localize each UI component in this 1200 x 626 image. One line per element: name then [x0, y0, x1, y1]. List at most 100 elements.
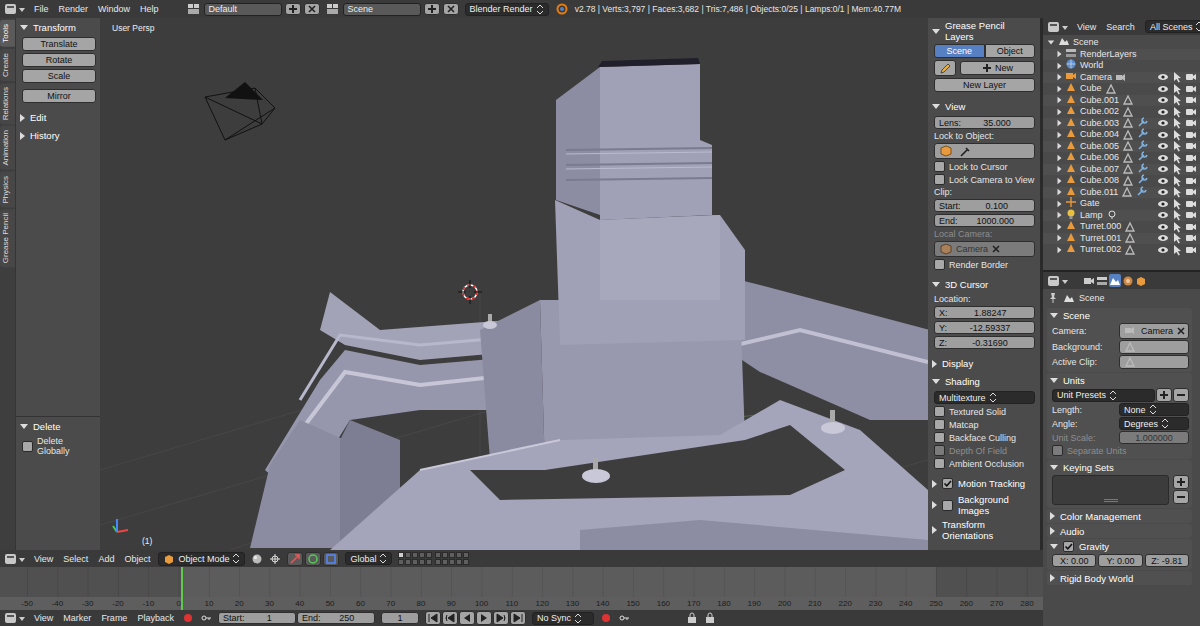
panel-title[interactable]: Motion Tracking: [958, 478, 1025, 489]
tool-tab[interactable]: Create: [0, 49, 15, 81]
field-value[interactable]: 1.88247: [951, 308, 1030, 318]
vector-field[interactable]: Z: -9.81: [1145, 554, 1189, 567]
tab[interactable]: Object: [985, 44, 1036, 58]
field-value[interactable]: Y: 0.00: [1103, 556, 1137, 566]
scene-field[interactable]: Scene: [343, 3, 421, 16]
expand-arrow[interactable]: [1058, 74, 1062, 80]
menu-item[interactable]: Window: [96, 4, 132, 14]
eye-icon[interactable]: [1157, 209, 1169, 221]
expand-arrow[interactable]: [1058, 109, 1062, 115]
field-value[interactable]: Camera: [1141, 326, 1173, 336]
layer-button[interactable]: [405, 552, 411, 558]
scene-add-button[interactable]: [424, 3, 440, 15]
tool-button[interactable]: Scale: [22, 69, 96, 83]
outliner-item[interactable]: Cube.003: [1043, 118, 1200, 130]
number-field[interactable]: X:1.88247: [934, 306, 1035, 319]
remove-button[interactable]: [1173, 490, 1189, 504]
expand-arrow[interactable]: [1050, 465, 1058, 470]
pointer-icon[interactable]: [1171, 129, 1183, 141]
expand-arrow[interactable]: [1058, 166, 1062, 172]
field-value[interactable]: -12.59337: [950, 323, 1030, 333]
pointer-icon[interactable]: [1171, 163, 1183, 175]
prevk-button[interactable]: [442, 611, 458, 625]
checkbox[interactable]: [934, 432, 945, 443]
expand-arrow[interactable]: [1048, 41, 1054, 45]
expand-arrow[interactable]: [1058, 143, 1062, 149]
context-tab[interactable]: [1109, 274, 1121, 287]
field-value[interactable]: 1: [247, 613, 290, 623]
expand-arrow[interactable]: [932, 501, 937, 509]
pointer-icon[interactable]: [1171, 117, 1183, 129]
tool-button[interactable]: Rotate: [22, 53, 96, 67]
record-icon[interactable]: [182, 612, 194, 624]
item-name[interactable]: RenderLayers: [1080, 49, 1137, 61]
eye-icon[interactable]: [1157, 129, 1169, 141]
outliner-item[interactable]: Cube.008: [1043, 175, 1200, 187]
draw-button[interactable]: [934, 60, 956, 76]
layer-button[interactable]: [456, 552, 462, 558]
tool-button[interactable]: Mirror: [22, 89, 96, 103]
editor-type-icon[interactable]: [4, 611, 26, 625]
menu-item[interactable]: View: [32, 554, 55, 564]
tab[interactable]: Scene: [934, 44, 985, 58]
first-button[interactable]: [425, 611, 441, 625]
number-field[interactable]: End:1000.000: [934, 214, 1035, 227]
dropdown[interactable]: Degrees: [1119, 417, 1189, 430]
checkbox[interactable]: [1052, 445, 1063, 456]
context-tab[interactable]: [1135, 274, 1147, 287]
orientation-value[interactable]: Global: [350, 554, 376, 564]
eye-icon[interactable]: [1157, 106, 1169, 118]
context-tab[interactable]: [1083, 274, 1095, 287]
panel-checkbox[interactable]: [1063, 541, 1074, 552]
wrench-icon[interactable]: [1137, 150, 1149, 162]
pointer-icon[interactable]: [1171, 198, 1183, 210]
timeline-body[interactable]: [0, 567, 1043, 597]
pointer-icon[interactable]: [1171, 94, 1183, 106]
expand-arrow[interactable]: [1058, 178, 1062, 184]
render-icon[interactable]: [1185, 209, 1197, 221]
object-data-icon[interactable]: [1122, 94, 1134, 106]
panel-header[interactable]: Scene: [1050, 308, 1189, 322]
dropdown[interactable]: None: [1119, 403, 1189, 416]
layer-button[interactable]: [463, 552, 469, 558]
expand-arrow[interactable]: [1050, 313, 1058, 318]
number-field[interactable]: Y:-12.59337: [934, 321, 1035, 334]
expand-arrow[interactable]: [1050, 574, 1055, 582]
keying-set-list[interactable]: [1052, 475, 1169, 505]
layer-button[interactable]: [398, 559, 404, 565]
expand-arrow[interactable]: [932, 480, 937, 488]
object-field[interactable]: [934, 143, 1035, 159]
menu-item[interactable]: Marker: [61, 613, 93, 623]
eye-icon[interactable]: [1157, 152, 1169, 164]
field-value[interactable]: Z: -9.81: [1150, 556, 1184, 566]
object-data-icon[interactable]: [1124, 221, 1136, 233]
eyedropper-icon[interactable]: [959, 145, 971, 157]
eye-icon[interactable]: [1157, 94, 1169, 106]
new-button[interactable]: New: [960, 61, 1035, 75]
render-icon[interactable]: [1185, 71, 1197, 83]
expand-arrow[interactable]: [1058, 224, 1062, 230]
layer-button[interactable]: [435, 559, 441, 565]
wrench-icon[interactable]: [1137, 116, 1149, 128]
panel-title[interactable]: Shading: [945, 376, 980, 387]
eye-icon[interactable]: [1157, 117, 1169, 129]
render-icon[interactable]: [1185, 117, 1197, 129]
panel-title[interactable]: Keying Sets: [1063, 462, 1114, 473]
item-name[interactable]: Cube.008: [1080, 175, 1119, 187]
layout-close-button[interactable]: [304, 3, 320, 15]
dropdown-value[interactable]: All Scenes: [1150, 22, 1193, 32]
end-frame-field[interactable]: End:250: [297, 612, 375, 624]
panel-title[interactable]: View: [945, 101, 965, 112]
panel-checkbox[interactable]: [942, 478, 953, 489]
item-name[interactable]: Cube: [1080, 83, 1102, 95]
menu-item[interactable]: Object: [122, 554, 152, 564]
item-name[interactable]: Lamp: [1080, 210, 1103, 222]
layer-button[interactable]: [426, 559, 432, 565]
dropdown-value[interactable]: Degrees: [1124, 419, 1158, 429]
tool-button[interactable]: Translate: [22, 37, 96, 51]
object-data-icon[interactable]: [1124, 232, 1136, 244]
expand-arrow[interactable]: [1058, 132, 1062, 138]
layer-button[interactable]: [412, 559, 418, 565]
dropdown[interactable]: Multitexture: [934, 391, 1035, 404]
expand-arrow[interactable]: [20, 424, 28, 429]
